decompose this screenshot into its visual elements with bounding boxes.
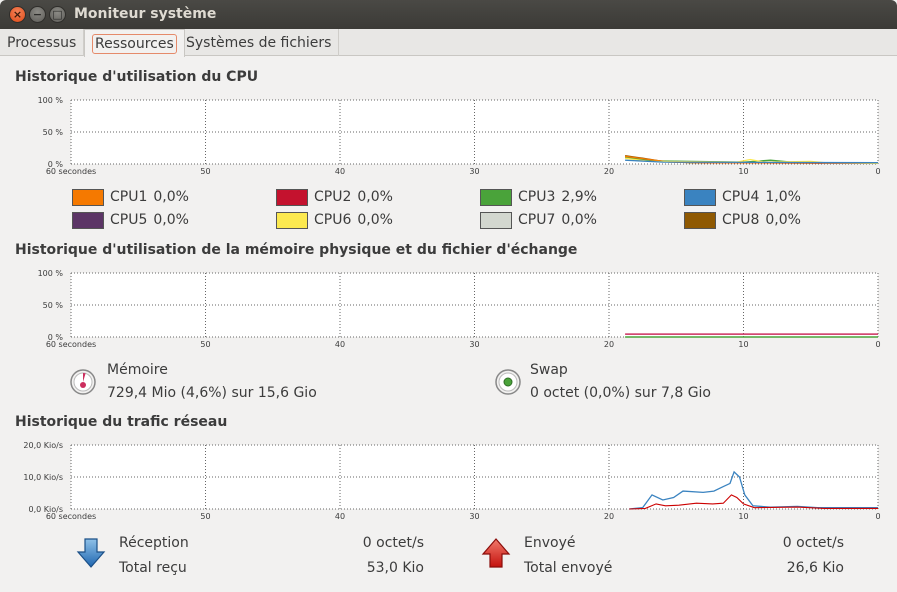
cpu-name: CPU5 [110, 212, 148, 228]
cpu-x-tick: 20 [604, 167, 614, 176]
cpu-x-tick: 0 [875, 167, 880, 176]
network-section-title: Historique du trafic réseau [15, 414, 228, 430]
cpu-value: 0,0% [357, 212, 393, 228]
swap-label: Swap [530, 362, 568, 378]
cpu-x-tick: 50 [200, 167, 210, 176]
cpu-name: CPU4 [722, 189, 760, 205]
cpu-value: 1,0% [765, 189, 801, 205]
close-icon[interactable]: × [9, 6, 26, 23]
cpu-x-tick: 10 [738, 167, 748, 176]
total-sent-label: Total envoyé [524, 560, 613, 576]
memory-x-tick: 10 [738, 340, 748, 349]
tab-label: Systèmes de fichiers [186, 34, 332, 51]
cpu-legend-label: CPU8 0,0% [722, 212, 801, 228]
memory-x-tick: 50 [200, 340, 210, 349]
minimize-icon[interactable]: − [29, 6, 46, 23]
memory-y-tick: 50 % [43, 301, 64, 310]
cpu-name: CPU6 [314, 212, 352, 228]
memory-x-tick: 20 [604, 340, 614, 349]
upload-arrow-icon [481, 538, 511, 568]
cpu-value: 0,0% [153, 212, 189, 228]
cpu-value: 2,9% [561, 189, 597, 205]
sent-label: Envoyé [524, 535, 576, 551]
cpu-color-swatch[interactable] [480, 189, 512, 206]
cpu-y-tick: 100 % [38, 96, 64, 105]
network-x-tick: 20 [604, 512, 614, 521]
total-sent-value: 26,6 Kio [786, 560, 844, 576]
cpu-value: 0,0% [357, 189, 393, 205]
network-x-tick: 40 [335, 512, 345, 521]
network-x-tick: 30 [469, 512, 479, 521]
cpu-legend-label: CPU1 0,0% [110, 189, 189, 205]
memory-value: 729,4 Mio (4,6%) sur 15,6 Gio [107, 385, 317, 401]
tab-systemes-de-fichiers[interactable]: Systèmes de fichiers [179, 29, 340, 56]
total-received-value: 53,0 Kio [366, 560, 424, 576]
window-title: Moniteur système [74, 6, 217, 22]
tab-label: Ressources [92, 33, 177, 54]
memory-y-tick: 100 % [38, 269, 64, 278]
cpu-name: CPU1 [110, 189, 148, 205]
memory-x-tick: 0 [875, 340, 880, 349]
cpu-history-graph: 100 %50 %0 %60 secondes 50 40 30 20 10 0 [38, 96, 881, 176]
download-arrow-icon [76, 538, 106, 568]
memory-section-title: Historique d'utilisation de la mémoire p… [15, 242, 578, 258]
cpu-section-title: Historique d'utilisation du CPU [15, 69, 259, 85]
cpu-x-tick: 40 [335, 167, 345, 176]
network-x-tick: 0 [875, 512, 880, 521]
cpu-color-swatch[interactable] [72, 212, 104, 229]
cpu-legend-label: CPU5 0,0% [110, 212, 189, 228]
cpu-color-swatch[interactable] [684, 212, 716, 229]
memory-history-graph: 100 %50 %0 %60 secondes 50 40 30 20 10 0 [38, 269, 881, 349]
cpu-legend-label: CPU7 0,0% [518, 212, 597, 228]
cpu-value: 0,0% [561, 212, 597, 228]
tab-ressources[interactable]: Ressources [84, 29, 185, 57]
network-x-tick: 10 [738, 512, 748, 521]
network-y-tick: 10,0 Kio/s [23, 473, 63, 482]
swap-pie-icon [495, 369, 521, 395]
reception-rate: 0 octet/s [362, 535, 424, 551]
cpu-name: CPU7 [518, 212, 556, 228]
memory-x-tick: 40 [335, 340, 345, 349]
tab-bar: Processus Ressources Systèmes de fichier… [0, 29, 897, 57]
cpu-x-tick: 30 [469, 167, 479, 176]
maximize-icon[interactable]: □ [49, 6, 66, 23]
cpu-color-swatch[interactable] [480, 212, 512, 229]
network-x-tick: 50 [200, 512, 210, 521]
memory-x-tick: 30 [469, 340, 479, 349]
memory-pie-icon [70, 369, 96, 395]
cpu-name: CPU2 [314, 189, 352, 205]
cpu-x-tick: 60 secondes [46, 167, 96, 176]
network-history-graph: 20,0 Kio/s10,0 Kio/s0,0 Kio/s60 secondes… [23, 441, 880, 521]
cpu-value: 0,0% [765, 212, 801, 228]
network-y-tick: 20,0 Kio/s [23, 441, 63, 450]
cpu-legend-label: CPU6 0,0% [314, 212, 393, 228]
cpu-value: 0,0% [153, 189, 189, 205]
cpu-name: CPU8 [722, 212, 760, 228]
tab-processus[interactable]: Processus [0, 29, 85, 56]
cpu-color-swatch[interactable] [684, 189, 716, 206]
total-received-label: Total reçu [119, 560, 187, 576]
sent-rate: 0 octet/s [782, 535, 844, 551]
memory-x-tick: 60 secondes [46, 340, 96, 349]
cpu-legend-label: CPU3 2,9% [518, 189, 597, 205]
title-bar: × − □ Moniteur système [0, 0, 897, 29]
cpu-color-swatch[interactable] [276, 189, 308, 206]
memory-label: Mémoire [107, 362, 168, 378]
tab-label: Processus [7, 34, 77, 51]
cpu-color-swatch[interactable] [72, 189, 104, 206]
cpu-name: CPU3 [518, 189, 556, 205]
cpu-legend-label: CPU2 0,0% [314, 189, 393, 205]
cpu-legend-label: CPU4 1,0% [722, 189, 801, 205]
network-x-tick: 60 secondes [46, 512, 96, 521]
swap-value: 0 octet (0,0%) sur 7,8 Gio [530, 385, 711, 401]
cpu-color-swatch[interactable] [276, 212, 308, 229]
cpu-y-tick: 50 % [43, 128, 64, 137]
reception-label: Réception [119, 535, 189, 551]
